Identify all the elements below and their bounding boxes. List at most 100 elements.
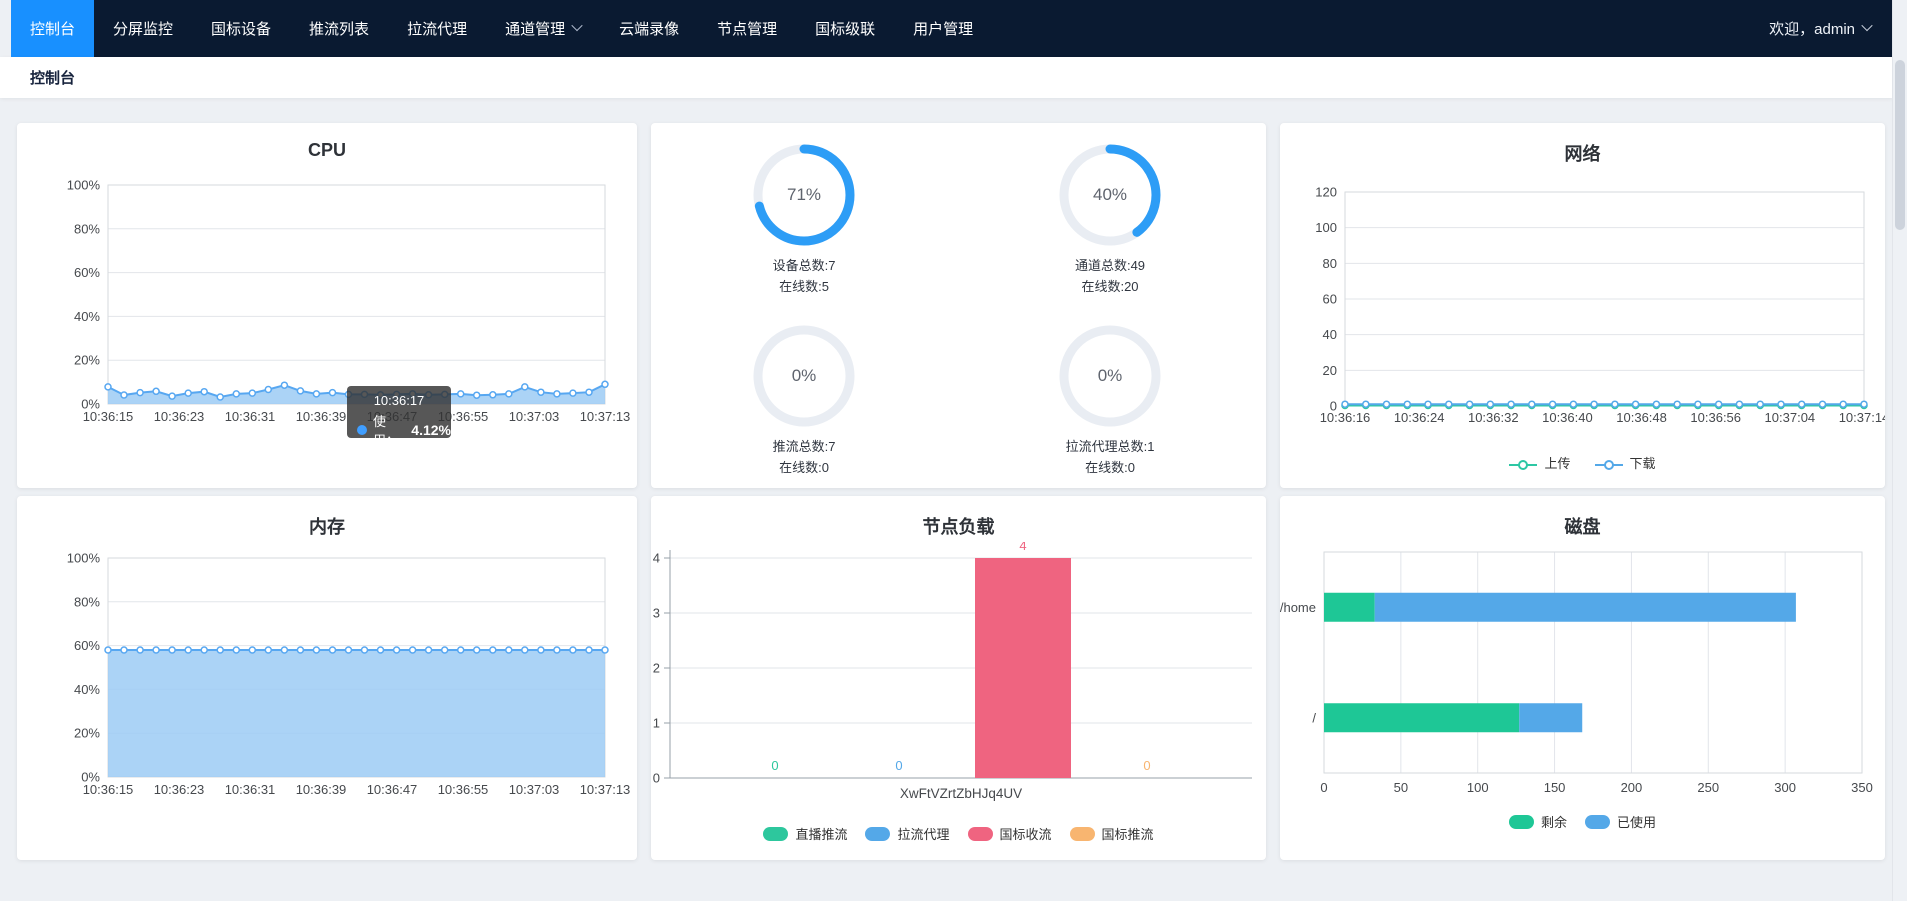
svg-text:60%: 60% [74,638,100,653]
svg-text:200: 200 [1621,780,1643,795]
svg-text:10:36:24: 10:36:24 [1394,410,1445,425]
nav-item-label: 用户管理 [913,18,973,39]
gauge-percent: 71% [749,140,859,250]
gauge-push-streams: 0% 推流总数:7 在线数:0 [714,321,894,477]
nav-item-label: 国标级联 [815,18,875,39]
svg-text:20: 20 [1323,363,1337,378]
legend-item-download[interactable]: 下载 [1595,453,1656,472]
tooltip-label: 使用： [373,411,409,449]
legend-swatch [1070,827,1095,841]
gauge-pull-proxy: 0% 拉流代理总数:1 在线数:0 [1020,321,1200,477]
memory-panel: 内存 0%20%40%60%80%100%10:36:1510:36:2310:… [17,496,637,860]
legend-item-pull-proxy[interactable]: 拉流代理 [865,824,949,843]
svg-text:10:36:55: 10:36:55 [438,782,489,797]
legend-item-free[interactable]: 剩余 [1509,812,1567,831]
svg-text:20%: 20% [74,726,100,741]
gauge-online-label: 在线数:20 [1081,277,1138,296]
welcome-text: 欢迎，admin [1769,18,1855,39]
svg-text:10:37:13: 10:37:13 [580,409,631,424]
svg-text:10:36:32: 10:36:32 [1468,410,1519,425]
nav-item-push-list[interactable]: 推流列表 [290,0,388,57]
nav-item-cloud-record[interactable]: 云端录像 [600,0,698,57]
breadcrumb: 控制台 [30,67,75,88]
gauge-total-label: 设备总数:7 [773,256,836,275]
chevron-down-icon [571,19,582,30]
network-panel-title: 网络 [1280,140,1885,166]
legend-label: 直播推流 [795,824,847,843]
legend-swatch [968,827,993,841]
svg-text:10:37:13: 10:37:13 [580,782,631,797]
nav-item-split-monitor[interactable]: 分屏监控 [94,0,192,57]
legend-item-live-push[interactable]: 直播推流 [763,824,847,843]
svg-text:0: 0 [895,758,902,773]
vertical-scrollbar[interactable] [1892,0,1907,901]
scrollbar-thumb[interactable] [1895,60,1905,230]
nav-item-gb-cascade[interactable]: 国标级联 [796,0,894,57]
node-load-legend: 直播推流 拉流代理 国标收流 国标推流 [651,824,1266,843]
nav-item-label: 控制台 [30,18,75,39]
nav-item-label: 云端录像 [619,18,679,39]
nav-item-node-mgmt[interactable]: 节点管理 [698,0,796,57]
legend-item-used[interactable]: 已使用 [1585,812,1656,831]
svg-text:100: 100 [1315,220,1337,235]
svg-text:40%: 40% [74,309,100,324]
navbar: 控制台 分屏监控 国标设备 推流列表 拉流代理 通道管理 云端录像 节点管理 国… [11,0,1893,57]
line-circle-icon [1595,458,1623,468]
svg-text:100%: 100% [67,178,101,193]
cpu-panel: CPU 0%20%40%60%80%100%10:36:1510:36:2310… [17,123,637,488]
series-dot-icon [357,425,367,435]
gauge-online-label: 在线数:0 [1085,458,1135,477]
svg-text:XwFtVZrtZbHJq4UV: XwFtVZrtZbHJq4UV [900,786,1022,801]
cpu-chart: 0%20%40%60%80%100%10:36:1510:36:2310:36:… [17,169,637,469]
user-menu[interactable]: 欢迎，admin [1769,0,1893,57]
svg-text:10:36:56: 10:36:56 [1690,410,1741,425]
gauge-total-label: 推流总数:7 [773,437,836,456]
legend-label: 拉流代理 [897,824,949,843]
nav-item-pull-proxy[interactable]: 拉流代理 [388,0,486,57]
legend-item-gb-receive[interactable]: 国标收流 [968,824,1052,843]
network-panel: 网络 02040608010012010:36:1610:36:2410:36:… [1280,123,1885,488]
nav-item-channel-mgmt[interactable]: 通道管理 [486,0,600,57]
network-legend: 上传 下载 [1280,453,1885,472]
svg-text:1: 1 [653,716,660,731]
svg-text:10:37:03: 10:37:03 [509,409,560,424]
svg-text:10:36:15: 10:36:15 [83,782,134,797]
svg-text:80%: 80% [74,221,100,236]
svg-text:10:36:48: 10:36:48 [1616,410,1667,425]
line-circle-icon [1509,458,1537,468]
nav-item-console[interactable]: 控制台 [11,0,94,57]
svg-text:10:36:39: 10:36:39 [296,782,347,797]
svg-text:80%: 80% [74,594,100,609]
gauge-percent: 0% [749,321,859,431]
gauge-percent: 0% [1055,321,1165,431]
legend-label: 已使用 [1617,812,1656,831]
svg-text:60%: 60% [74,265,100,280]
svg-text:2: 2 [653,661,660,676]
breadcrumb-bar: 控制台 [0,57,1893,98]
gauge-percent: 40% [1055,140,1165,250]
nav-item-gb-devices[interactable]: 国标设备 [192,0,290,57]
memory-chart: 0%20%40%60%80%100%10:36:1510:36:2310:36:… [17,542,637,842]
nav-item-label: 国标设备 [211,18,271,39]
nav-item-user-mgmt[interactable]: 用户管理 [894,0,992,57]
gauge-online-label: 在线数:0 [779,458,829,477]
svg-text:0: 0 [771,758,778,773]
memory-panel-title: 内存 [17,513,637,539]
nav-item-label: 通道管理 [505,18,565,39]
node-load-panel: 节点负载 012340040XwFtVZrtZbHJq4UV 直播推流 拉流代理… [651,496,1266,860]
svg-text:10:36:39: 10:36:39 [296,409,347,424]
svg-text:10:36:16: 10:36:16 [1320,410,1371,425]
gauge-total-label: 通道总数:49 [1075,256,1145,275]
legend-label: 国标推流 [1102,824,1154,843]
legend-item-upload[interactable]: 上传 [1509,453,1570,472]
disk-legend: 剩余 已使用 [1280,812,1885,831]
svg-text:10:36:23: 10:36:23 [154,782,205,797]
node-load-panel-title: 节点负载 [651,513,1266,539]
gauge-total-label: 拉流代理总数:1 [1066,437,1155,456]
legend-item-gb-push[interactable]: 国标推流 [1070,824,1154,843]
nav-item-label: 拉流代理 [407,18,467,39]
svg-text:0: 0 [653,771,660,786]
svg-text:10:36:47: 10:36:47 [367,782,418,797]
legend-label: 上传 [1544,453,1570,472]
legend-swatch [1585,815,1610,829]
